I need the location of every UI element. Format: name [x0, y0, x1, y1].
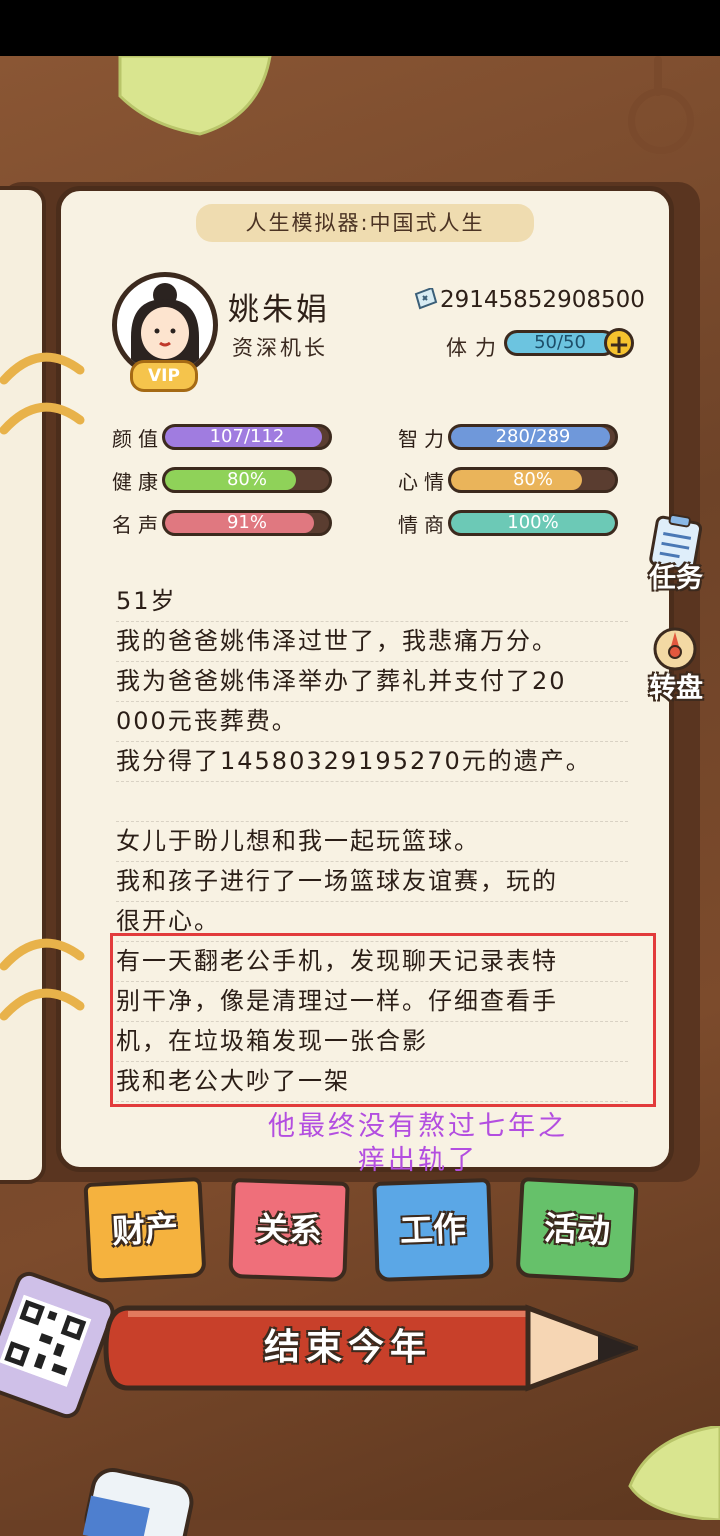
stat-bar: 80% — [162, 467, 332, 493]
stat-bar: 100% — [448, 510, 618, 536]
hanger-ring-icon — [628, 88, 694, 154]
handwritten-annotation: 他最终没有熬过七年之 痒出轨了 — [238, 1110, 598, 1178]
money-amount: 29145852908500 — [440, 287, 645, 313]
stat-label: 心情 — [398, 470, 450, 494]
stat-bar: 80% — [448, 467, 618, 493]
stat-bar: 107/112 — [162, 424, 332, 450]
stat-value: 80% — [226, 469, 267, 490]
stat-label: 情商 — [398, 513, 450, 537]
tab-work[interactable]: 工作 — [372, 1177, 494, 1283]
stat-bar: 280/289 — [448, 424, 618, 450]
binder-ring-icon — [0, 938, 85, 1021]
log-line: 51岁 — [116, 582, 628, 622]
qr-code-icon — [0, 1294, 92, 1387]
ginkgo-leaf-icon — [628, 1426, 720, 1520]
stamina-bar: 50/50 — [504, 330, 616, 356]
tasks-button[interactable]: 任务 — [640, 513, 712, 594]
avatar-face-icon — [131, 283, 199, 373]
player-name: 姚朱娟 — [228, 292, 330, 328]
page-title: 人生模拟器:中国式人生 — [196, 204, 534, 242]
stamina-label: 体力 — [446, 336, 504, 360]
log-line: 我分得了14580329195270元的遗产。 — [116, 742, 628, 782]
annotation-line: 痒出轨了 — [358, 1145, 478, 1176]
stat-label: 名声 — [112, 513, 164, 537]
tab-activity[interactable]: 活动 — [515, 1176, 639, 1284]
log-line: 我为爸爸姚伟泽举办了葬礼并支付了20 — [116, 662, 628, 702]
tab-relations[interactable]: 关系 — [228, 1177, 350, 1283]
stamina-value: 50/50 — [534, 332, 586, 353]
tab-assets[interactable]: 财产 — [83, 1176, 207, 1284]
player-job: 资深机长 — [232, 336, 328, 360]
log-line: 000元丧葬费。 — [116, 702, 628, 742]
end-year-button[interactable]: 结束今年 — [98, 1300, 598, 1396]
status-bar — [0, 0, 720, 56]
log-line — [116, 782, 628, 822]
ginkgo-leaf-icon — [118, 56, 272, 136]
stat-label: 健康 — [112, 470, 164, 494]
stat-value: 91% — [226, 512, 267, 533]
highlight-box — [110, 933, 656, 1107]
tasks-label: 任务 — [649, 563, 703, 594]
stat-value: 100% — [507, 512, 559, 533]
wheel-label: 转盘 — [649, 673, 703, 704]
stat-label: 智力 — [398, 427, 450, 451]
annotation-line: 他最终没有熬过七年之 — [268, 1111, 568, 1142]
binder-ring-icon — [0, 352, 85, 435]
log-line: 我和孩子进行了一场篮球友谊赛，玩的 — [116, 862, 628, 902]
log-line: 我的爸爸姚伟泽过世了，我悲痛万分。 — [116, 622, 628, 662]
stat-value: 80% — [512, 469, 553, 490]
wheel-button[interactable]: 转盘 — [640, 624, 712, 704]
add-stamina-button[interactable]: + — [604, 328, 634, 359]
log-line: 女儿于盼儿想和我一起玩篮球。 — [116, 822, 628, 862]
money-icon — [414, 288, 438, 310]
stat-value: 107/112 — [209, 426, 285, 447]
vip-badge: VIP — [130, 360, 198, 392]
stat-label: 颜值 — [112, 427, 164, 451]
stat-value: 280/289 — [495, 426, 571, 447]
stat-bar: 91% — [162, 510, 332, 536]
eraser-icon — [82, 1467, 194, 1536]
